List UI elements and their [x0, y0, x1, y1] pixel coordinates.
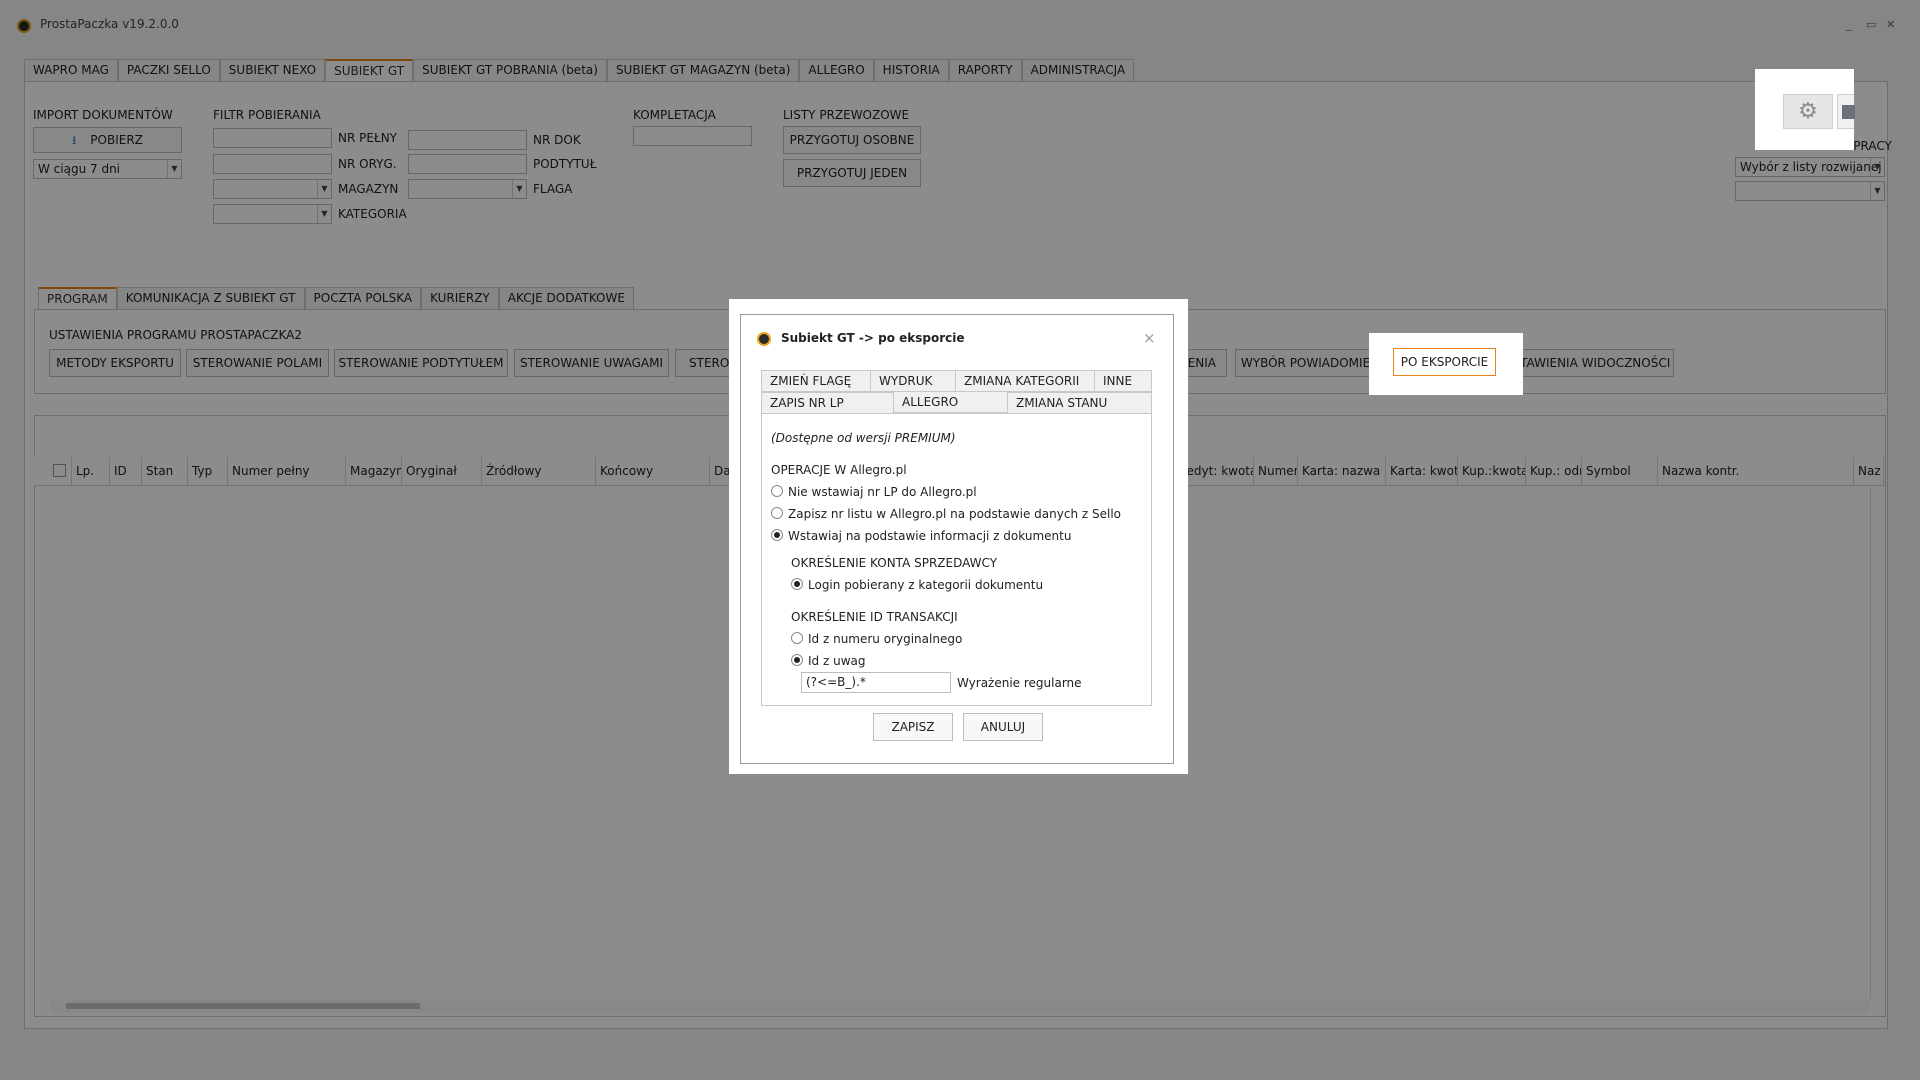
radio-sello-data[interactable] [771, 507, 783, 519]
radio-from-document[interactable] [771, 529, 783, 541]
regex-input[interactable]: (?<=B_).* [801, 672, 951, 693]
radio-id-original[interactable] [791, 632, 803, 644]
after-export-dialog: Subiekt GT -> po eksporcie × ZMIEŃ FLAGĘ… [740, 314, 1174, 764]
radio-login-category-label: Login pobierany z kategorii dokumentu [808, 578, 1044, 592]
tab-zmien-flage[interactable]: ZMIEŃ FLAGĘ [761, 370, 871, 392]
save-button[interactable]: ZAPISZ [873, 713, 953, 741]
save-config-button[interactable] [1837, 94, 1855, 129]
radio-no-lp[interactable] [771, 485, 783, 497]
seller-account-title: OKREŚLENIE KONTA SPRZEDAWCY [791, 556, 998, 570]
radio-sello-data-label: Zapisz nr listu w Allegro.pl na podstawi… [788, 507, 1121, 521]
tab-wydruk[interactable]: WYDRUK [870, 370, 956, 392]
radio-id-remarks[interactable] [791, 654, 803, 666]
radio-id-remarks-label: Id z uwag [808, 654, 866, 668]
floppy-disk-icon [1842, 105, 1855, 119]
premium-note: (Dostępne od wersji PREMIUM) [771, 431, 956, 445]
tab-zmiana-stanu[interactable]: ZMIANA STANU [1007, 392, 1152, 414]
settings-gear-button[interactable]: ⚙ [1783, 94, 1833, 129]
dialog-close-icon[interactable]: × [1143, 329, 1156, 347]
after-export-button[interactable]: PO EKSPORCIE [1393, 348, 1496, 376]
tab-dialog-allegro-label: ALLEGRO [902, 395, 959, 409]
dialog-title: Subiekt GT -> po eksporcie [781, 331, 965, 345]
highlight-after-export: PO EKSPORCIE [1369, 333, 1523, 395]
cancel-button[interactable]: ANULUJ [963, 713, 1043, 741]
dialog-logo-icon [757, 332, 771, 346]
radio-from-document-label: Wstawiaj na podstawie informacji z dokum… [788, 529, 1072, 543]
tab-inne[interactable]: INNE [1094, 370, 1152, 392]
highlight-toolbar-area: ⚙ [1755, 69, 1855, 150]
tab-zmiana-kategorii[interactable]: ZMIANA KATEGORII [955, 370, 1095, 392]
tab-dialog-allegro[interactable]: ALLEGRO [893, 391, 1008, 413]
operations-title: OPERACJE W Allegro.pl [771, 463, 907, 477]
regex-label: Wyrażenie regularne [957, 676, 1082, 690]
radio-login-category[interactable] [791, 578, 803, 590]
radio-no-lp-label: Nie wstawiaj nr LP do Allegro.pl [788, 485, 977, 499]
tab-zapis-nr-lp[interactable]: ZAPIS NR LP [761, 392, 894, 414]
transaction-id-title: OKREŚLENIE ID TRANSAKCJI [791, 610, 958, 624]
gear-icon: ⚙ [1798, 99, 1818, 124]
radio-id-original-label: Id z numeru oryginalnego [808, 632, 963, 646]
